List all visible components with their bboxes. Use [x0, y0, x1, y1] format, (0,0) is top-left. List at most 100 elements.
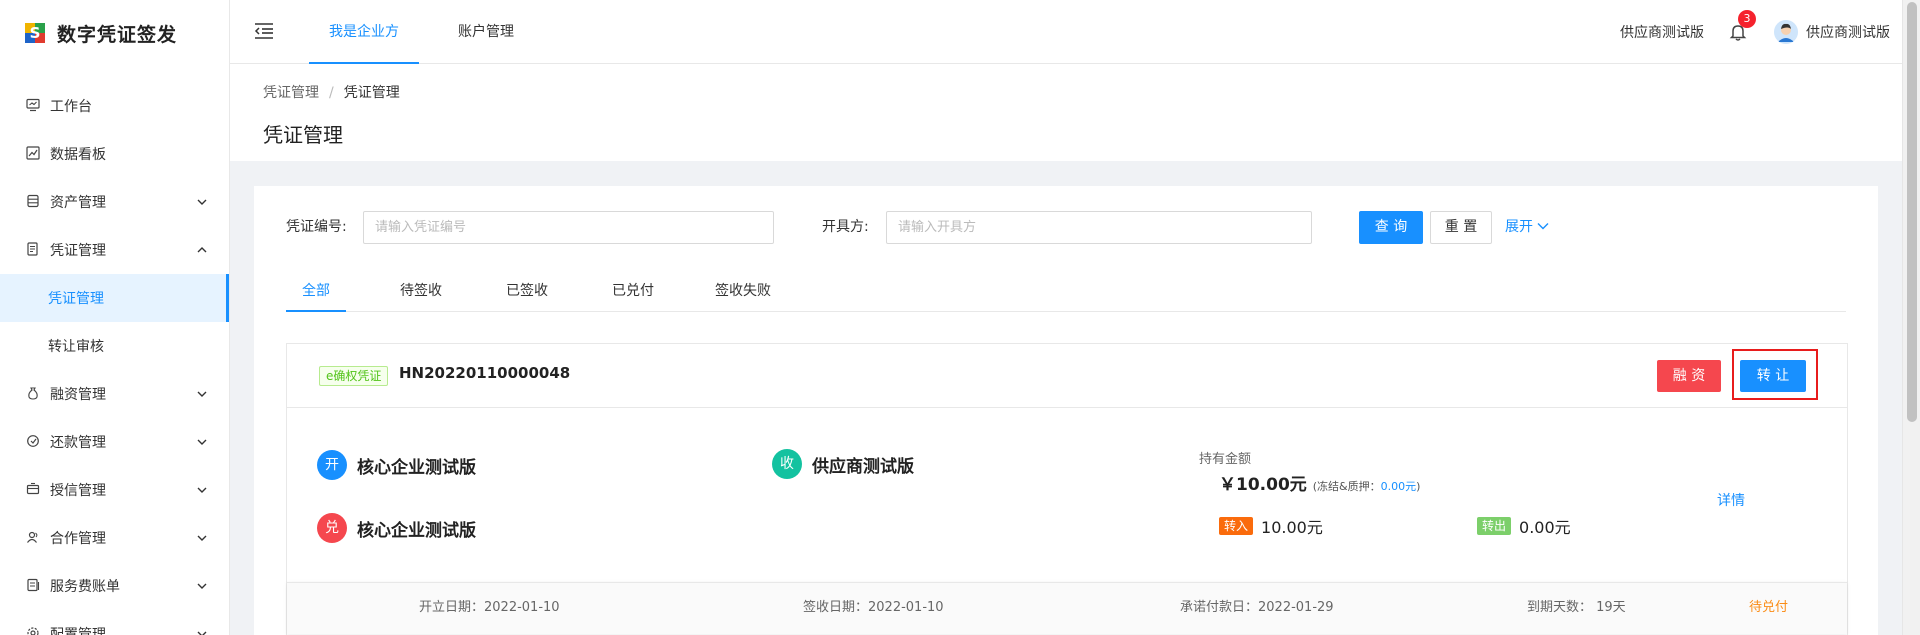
- sign-date: 签收日期：2022-01-10: [803, 600, 944, 615]
- transfer-out-tag: 转出: [1477, 517, 1512, 535]
- sidebar-item-label: 合作管理: [50, 531, 106, 547]
- amount-main: ￥10.00元: [1219, 475, 1307, 495]
- tab-enterprise[interactable]: 我是企业方: [309, 0, 419, 64]
- chevron-down-icon: [197, 535, 207, 541]
- document-icon: [25, 242, 41, 258]
- gear-icon: [25, 626, 41, 635]
- transfer-in: 转入 10.00元: [1219, 514, 1323, 538]
- notification-button[interactable]: 3: [1728, 10, 1756, 42]
- org-switcher[interactable]: 供应商测试版: [1620, 22, 1704, 42]
- avatar[interactable]: [1774, 20, 1798, 44]
- logo-icon: S: [25, 23, 45, 43]
- transfer-in-tag: 转入: [1219, 517, 1254, 535]
- reset-button[interactable]: 重 置: [1430, 211, 1492, 244]
- sidebar-item-label: 数据看板: [50, 147, 106, 163]
- app-title: 数字凭证签发: [57, 23, 178, 46]
- frozen-value: 0.00元: [1380, 480, 1417, 493]
- bill-icon: [25, 578, 41, 594]
- voucher-no-label: 凭证编号:: [286, 219, 347, 235]
- voucher-card: e确权凭证 HN20220110000048 融 资 转 让 开 核心企业测试版…: [286, 343, 1848, 635]
- sidebar-item-label: 资产管理: [50, 195, 106, 211]
- issuer-mark: 开: [317, 450, 347, 480]
- sidebar-item-dashboard[interactable]: 数据看板: [0, 130, 229, 178]
- expand-link[interactable]: 展开: [1505, 211, 1549, 244]
- sidebar-item-financing[interactable]: 融资管理: [0, 370, 229, 418]
- voucher-number: HN20220110000048: [399, 364, 571, 382]
- status-badge: 待兑付: [1749, 600, 1789, 615]
- amount-label: 持有金额: [1199, 452, 1252, 467]
- sidebar-item-label: 还款管理: [50, 435, 106, 451]
- app-logo: S 数字凭证签发: [0, 0, 229, 66]
- voucher-no-input[interactable]: [363, 211, 774, 244]
- payer-name: 核心企业测试版: [357, 520, 476, 541]
- receiver-mark: 收: [772, 449, 802, 479]
- menu-fold-icon[interactable]: [254, 22, 274, 40]
- sidebar-sub-voucher-manage[interactable]: 凭证管理: [0, 274, 229, 322]
- sidebar-item-partners[interactable]: 合作管理: [0, 514, 229, 562]
- chart-icon: [25, 146, 41, 162]
- transfer-in-value: 10.00元: [1261, 518, 1323, 537]
- side-menu: 工作台 数据看板 资产管理 凭证管理 凭证管理 转让审核 融资管理 还款管理 授…: [0, 82, 229, 635]
- tab-sign-failed[interactable]: 签收失败: [702, 272, 784, 312]
- frozen-info: (冻结&质押：0.00元): [1313, 480, 1421, 493]
- frozen-close: ): [1416, 480, 1421, 493]
- transfer-button[interactable]: 转 让: [1740, 360, 1806, 392]
- database-icon: [25, 194, 41, 210]
- chevron-down-icon: [197, 583, 207, 589]
- sidebar-item-label: 凭证管理: [50, 243, 106, 259]
- top-bar: 我是企业方 账户管理 供应商测试版 3 供应商测试版: [230, 0, 1920, 64]
- receiver-party: 收 供应商测试版: [772, 449, 914, 479]
- frozen-label: (冻结&质押：: [1312, 480, 1381, 493]
- credit-icon: [25, 482, 41, 498]
- sidebar-sub-transfer-review[interactable]: 转让审核: [0, 322, 229, 370]
- open-date: 开立日期：2022-01-10: [419, 600, 560, 615]
- payer-party: 兑 核心企业测试版: [317, 513, 476, 543]
- detail-link[interactable]: 详情: [1717, 490, 1745, 510]
- tab-redeemed[interactable]: 已兑付: [598, 272, 668, 312]
- repay-icon: [25, 434, 41, 450]
- money-bag-icon: [25, 386, 41, 402]
- top-right-area: 供应商测试版 3 供应商测试版: [1620, 0, 1890, 64]
- notification-badge: 3: [1738, 10, 1756, 28]
- sidebar: S 数字凭证签发 工作台 数据看板 资产管理 凭证管理 凭证管理 转让审核 融资…: [0, 0, 230, 635]
- issuer-name: 核心企业测试版: [357, 457, 476, 478]
- sidebar-item-credit[interactable]: 授信管理: [0, 466, 229, 514]
- sidebar-item-config[interactable]: 配置管理: [0, 610, 229, 635]
- transfer-out-value: 0.00元: [1519, 518, 1571, 537]
- tab-all[interactable]: 全部: [286, 272, 346, 312]
- voucher-header: e确权凭证 HN20220110000048 融 资 转 让: [287, 344, 1847, 408]
- tab-account[interactable]: 账户管理: [438, 0, 534, 64]
- issuer-party: 开 核心企业测试版: [317, 450, 476, 480]
- chevron-down-icon: [197, 631, 207, 635]
- voucher-type-tag: e确权凭证: [319, 366, 389, 386]
- issuer-input[interactable]: [886, 211, 1312, 244]
- page-scrollbar[interactable]: [1902, 0, 1920, 635]
- chevron-down-icon: [1537, 223, 1549, 230]
- sidebar-item-repayment[interactable]: 还款管理: [0, 418, 229, 466]
- scrollbar-thumb[interactable]: [1907, 2, 1917, 422]
- sidebar-item-vouchers[interactable]: 凭证管理: [0, 226, 229, 274]
- chevron-down-icon: [197, 199, 207, 205]
- main-content: 凭证编号: 开具方: 查 询 重 置 展开 全部 待签收 已签收 已兑付 签收失…: [254, 186, 1878, 635]
- breadcrumb-separator: /: [329, 85, 334, 101]
- finance-button[interactable]: 融 资: [1657, 360, 1721, 392]
- breadcrumb-parent[interactable]: 凭证管理: [263, 85, 319, 101]
- sidebar-item-label: 授信管理: [50, 483, 106, 499]
- issuer-label: 开具方:: [822, 219, 869, 235]
- sidebar-item-service-bill[interactable]: 服务费账单: [0, 562, 229, 610]
- tab-pending-sign[interactable]: 待签收: [386, 272, 456, 312]
- sidebar-item-label: 融资管理: [50, 387, 106, 403]
- chevron-down-icon: [197, 391, 207, 397]
- monitor-icon: [25, 98, 41, 114]
- sidebar-item-workbench[interactable]: 工作台: [0, 82, 229, 130]
- tab-signed[interactable]: 已签收: [492, 272, 562, 312]
- sidebar-item-assets[interactable]: 资产管理: [0, 178, 229, 226]
- chevron-down-icon: [197, 439, 207, 445]
- query-button[interactable]: 查 询: [1359, 211, 1423, 244]
- payer-mark: 兑: [317, 513, 347, 543]
- page-header: 凭证管理 / 凭证管理 凭证管理: [230, 64, 1902, 161]
- status-tabs: 全部 待签收 已签收 已兑付 签收失败: [286, 272, 1846, 312]
- sidebar-item-label: 配置管理: [50, 627, 106, 635]
- sidebar-item-label: 服务费账单: [50, 579, 120, 595]
- user-name[interactable]: 供应商测试版: [1806, 22, 1890, 42]
